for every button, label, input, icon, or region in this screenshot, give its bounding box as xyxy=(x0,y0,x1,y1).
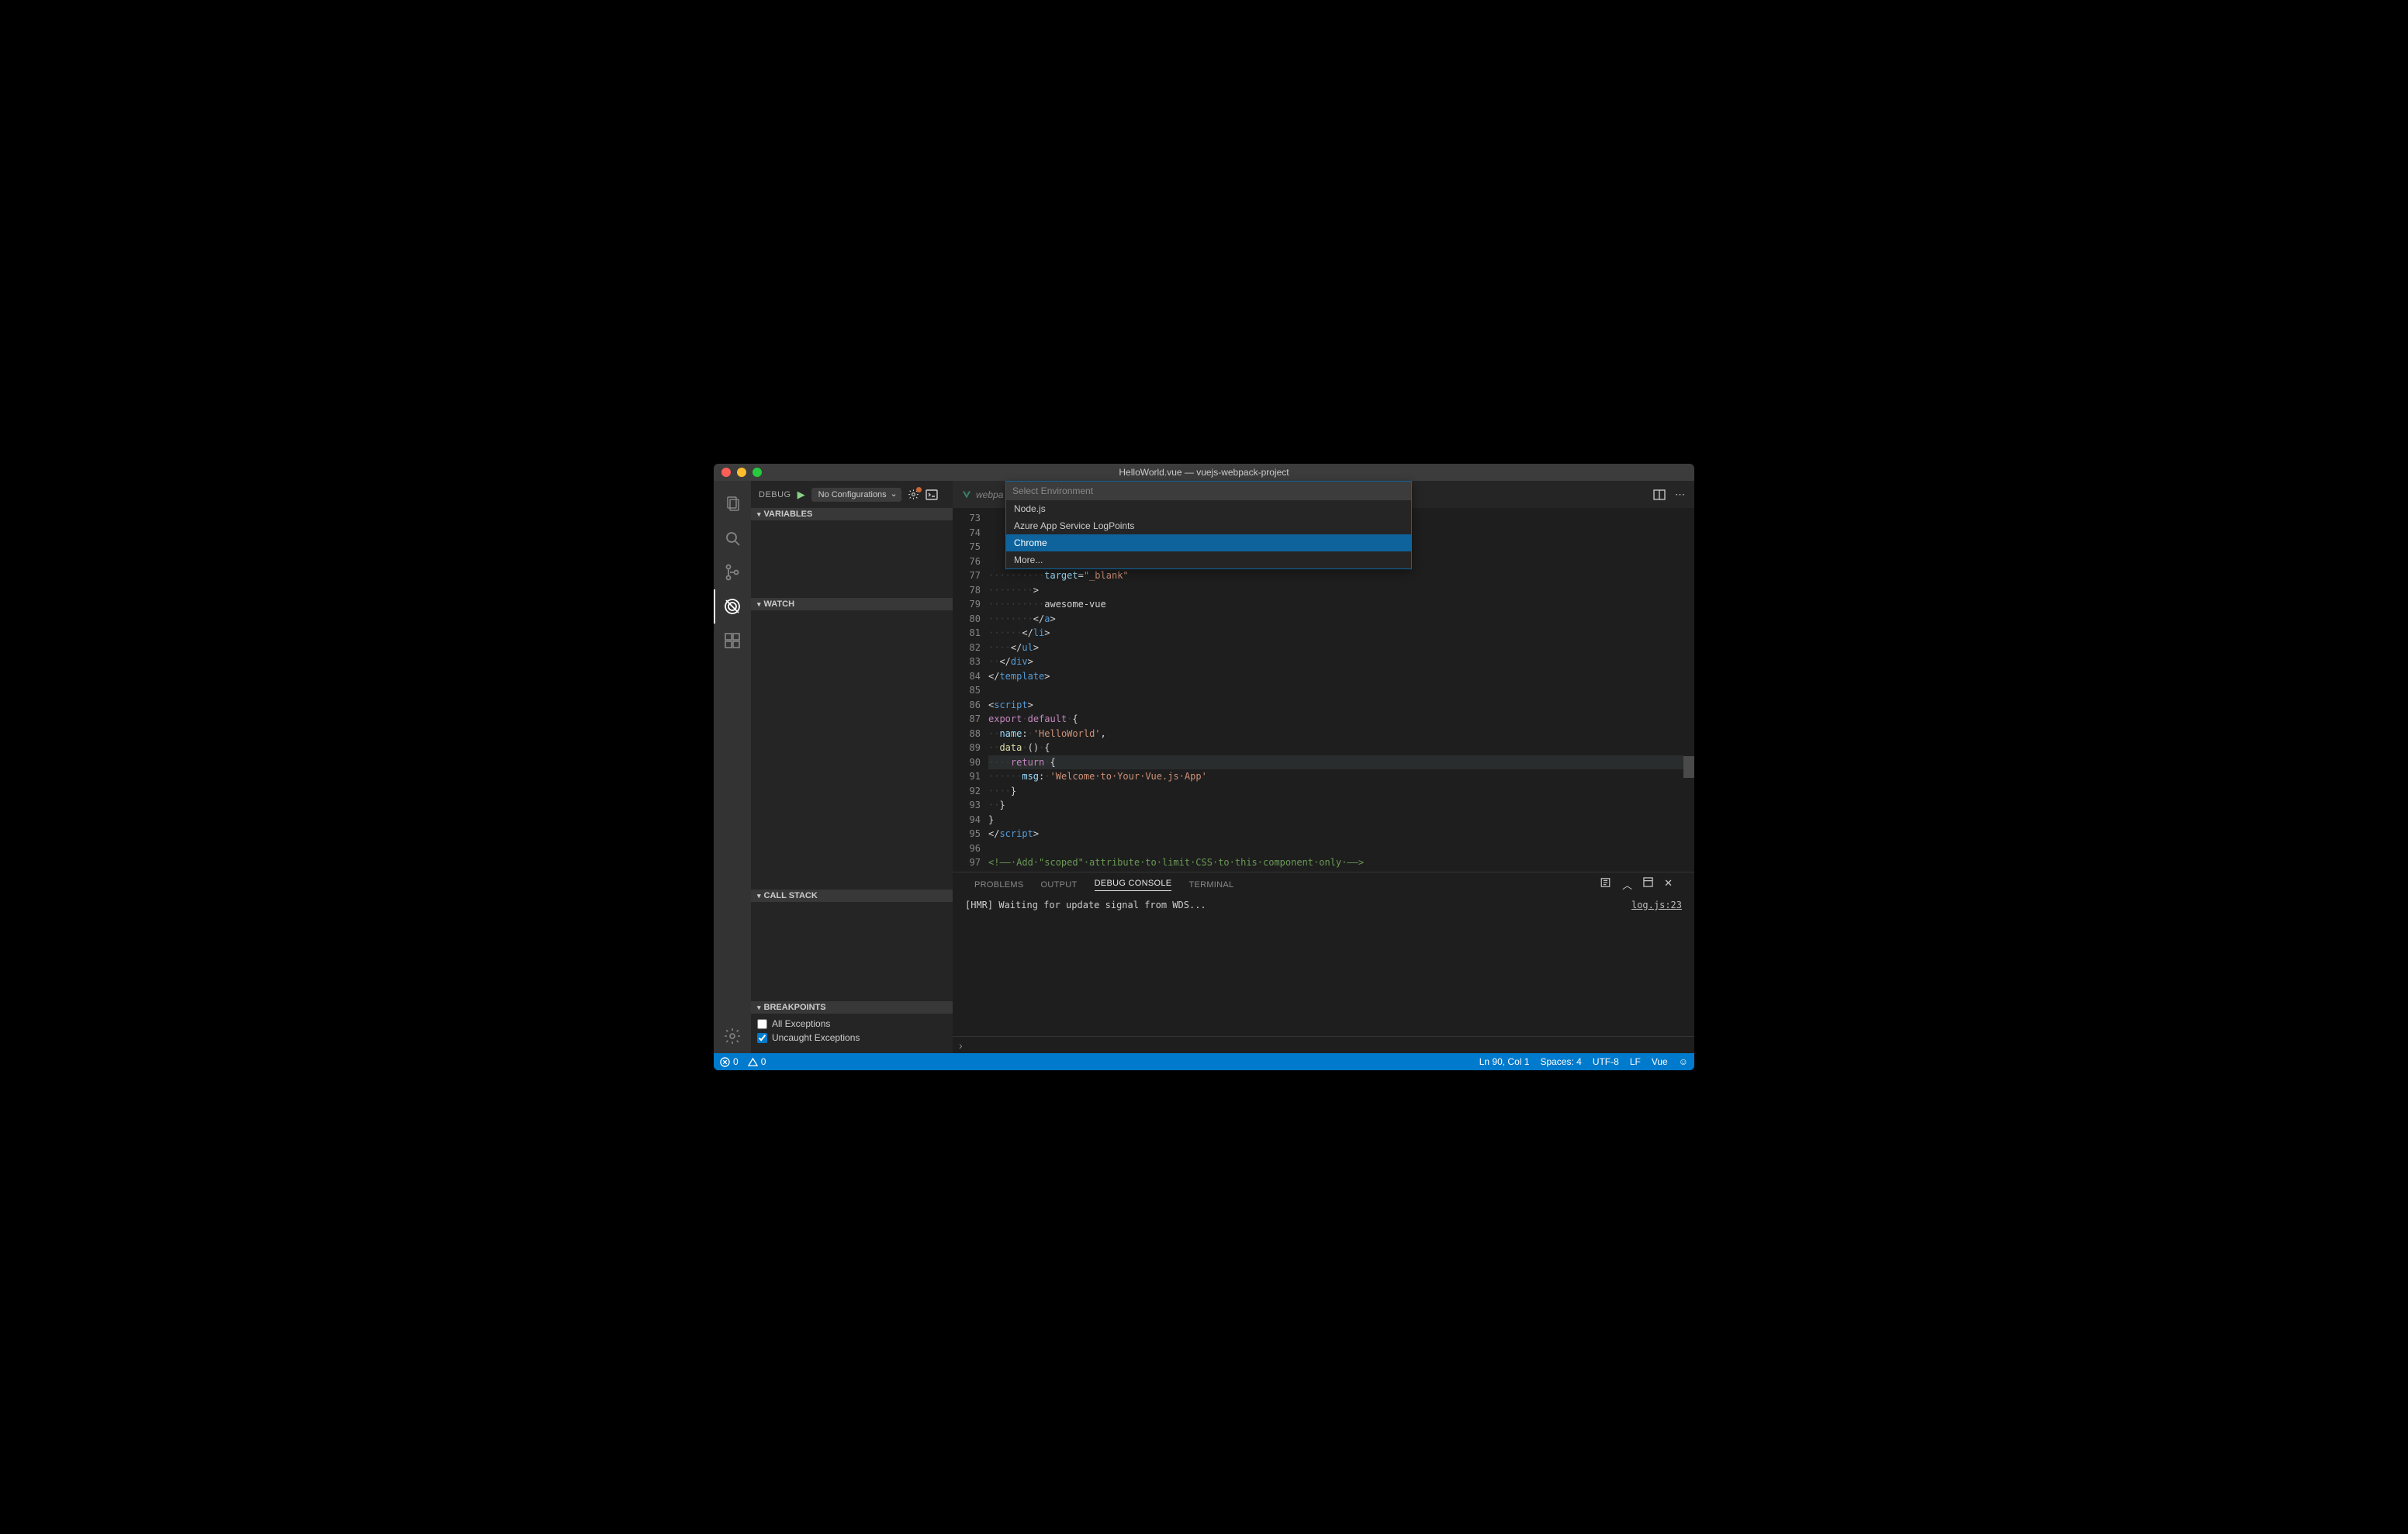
files-icon[interactable] xyxy=(714,487,751,521)
debug-config-select[interactable]: No Configurations xyxy=(811,488,901,502)
callstack-section: ▾CALL STACK xyxy=(751,890,953,1001)
status-bar: 0 0 Ln 90, Col 1 Spaces: 4 UTF-8 LF Vue … xyxy=(714,1053,1694,1070)
start-debug-icon[interactable]: ▶ xyxy=(797,489,805,501)
status-cursor-position[interactable]: Ln 90, Col 1 xyxy=(1479,1056,1530,1067)
activity-bar xyxy=(714,481,751,1053)
zoom-window-icon[interactable] xyxy=(752,468,762,477)
traffic-lights xyxy=(714,468,762,477)
tabs-bar: webpa ⋯ Node.jsAzure App Service LogPoin… xyxy=(953,481,1694,508)
chevron-down-icon: ▾ xyxy=(757,1004,761,1012)
window-title: HelloWorld.vue — vuejs-webpack-project xyxy=(714,467,1694,478)
debug-console-toggle-icon[interactable] xyxy=(925,489,938,500)
environment-option[interactable]: Chrome xyxy=(1006,534,1411,551)
chevron-down-icon: ▾ xyxy=(757,600,761,609)
close-window-icon[interactable] xyxy=(721,468,731,477)
titlebar: HelloWorld.vue — vuejs-webpack-project xyxy=(714,464,1694,481)
bottom-panel: PROBLEMS OUTPUT DEBUG CONSOLE TERMINAL ︿… xyxy=(953,872,1694,1036)
search-icon[interactable] xyxy=(714,521,751,555)
debug-sidebar-header: DEBUG ▶ No Configurations xyxy=(751,481,953,508)
collapse-panel-icon[interactable]: ︿ xyxy=(1622,877,1632,892)
window: HelloWorld.vue — vuejs-webpack-project xyxy=(714,464,1694,1070)
debug-sidebar: DEBUG ▶ No Configurations ▾VARIABLES ▾WA… xyxy=(751,481,953,1053)
watch-header[interactable]: ▾WATCH xyxy=(751,598,953,610)
clear-console-icon[interactable] xyxy=(1600,877,1611,892)
chevron-right-icon: › xyxy=(959,1039,963,1052)
chevron-down-icon: ▾ xyxy=(757,892,761,900)
panel-tab-problems[interactable]: PROBLEMS xyxy=(974,880,1024,890)
panel-tab-debug-console[interactable]: DEBUG CONSOLE xyxy=(1095,879,1172,891)
minimap[interactable] xyxy=(1683,508,1694,872)
vue-icon xyxy=(962,490,971,499)
status-encoding[interactable]: UTF-8 xyxy=(1593,1056,1619,1067)
all-exceptions-input[interactable] xyxy=(757,1019,767,1029)
panel-tabs: PROBLEMS OUTPUT DEBUG CONSOLE TERMINAL ︿… xyxy=(953,872,1694,897)
status-warnings[interactable]: 0 xyxy=(748,1056,766,1067)
tab-actions: ⋯ xyxy=(1653,481,1694,508)
status-feedback-icon[interactable]: ☺ xyxy=(1679,1056,1688,1067)
watch-section: ▾WATCH xyxy=(751,598,953,890)
line-gutter: 7374757677787980818283848586878889909192… xyxy=(953,508,988,872)
maximize-panel-icon[interactable] xyxy=(1643,877,1653,892)
variables-section: ▾VARIABLES xyxy=(751,508,953,598)
configure-debug-icon[interactable] xyxy=(908,489,919,500)
editor-group: webpa ⋯ Node.jsAzure App Service LogPoin… xyxy=(953,481,1694,1053)
status-eol[interactable]: LF xyxy=(1630,1056,1641,1067)
environment-dropdown: Node.jsAzure App Service LogPointsChrome… xyxy=(1005,481,1412,569)
tab-webpack[interactable]: webpa xyxy=(953,481,1012,508)
environment-option[interactable]: Azure App Service LogPoints xyxy=(1006,517,1411,534)
extensions-icon[interactable] xyxy=(714,624,751,658)
panel-tab-terminal[interactable]: TERMINAL xyxy=(1188,880,1233,890)
uncaught-exceptions-checkbox[interactable]: Uncaught Exceptions xyxy=(756,1031,948,1045)
debug-icon[interactable] xyxy=(714,589,751,624)
variables-header[interactable]: ▾VARIABLES xyxy=(751,508,953,520)
console-source-link[interactable]: log.js:23 xyxy=(1631,900,1682,1033)
debug-label: DEBUG xyxy=(759,490,791,499)
all-exceptions-checkbox[interactable]: All Exceptions xyxy=(756,1017,948,1031)
chevron-down-icon: ▾ xyxy=(757,510,761,519)
more-actions-icon[interactable]: ⋯ xyxy=(1675,489,1685,501)
debug-console-body[interactable]: [HMR] Waiting for update signal from WDS… xyxy=(953,897,1694,1036)
callstack-header[interactable]: ▾CALL STACK xyxy=(751,890,953,902)
environment-option[interactable]: More... xyxy=(1006,551,1411,568)
minimap-thumb[interactable] xyxy=(1683,756,1694,778)
status-indentation[interactable]: Spaces: 4 xyxy=(1540,1056,1581,1067)
status-errors[interactable]: 0 xyxy=(720,1056,739,1067)
settings-gear-icon[interactable] xyxy=(714,1019,751,1053)
environment-option[interactable]: Node.js xyxy=(1006,500,1411,517)
split-editor-icon[interactable] xyxy=(1653,489,1666,500)
minimize-window-icon[interactable] xyxy=(737,468,746,477)
config-warning-badge xyxy=(916,487,922,492)
close-panel-icon[interactable]: ✕ xyxy=(1664,877,1673,892)
environment-input[interactable] xyxy=(1006,482,1411,500)
scm-icon[interactable] xyxy=(714,555,751,589)
breadcrumb-bar[interactable]: › xyxy=(953,1036,1694,1053)
uncaught-exceptions-input[interactable] xyxy=(757,1033,767,1043)
console-line: [HMR] Waiting for update signal from WDS… xyxy=(965,900,1206,1033)
window-body: DEBUG ▶ No Configurations ▾VARIABLES ▾WA… xyxy=(714,481,1694,1053)
breakpoints-section: ▾BREAKPOINTS All Exceptions Uncaught Exc… xyxy=(751,1001,953,1048)
breakpoints-header[interactable]: ▾BREAKPOINTS xyxy=(751,1001,953,1014)
status-language[interactable]: Vue xyxy=(1652,1056,1668,1067)
panel-tab-output[interactable]: OUTPUT xyxy=(1041,880,1078,890)
